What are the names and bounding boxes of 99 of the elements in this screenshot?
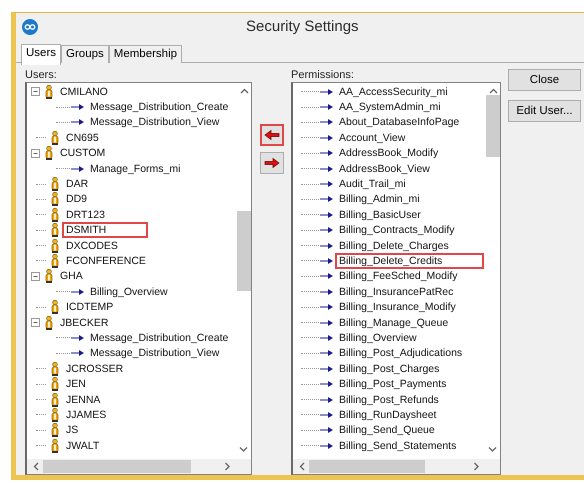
user-icon <box>50 177 60 192</box>
scroll-right-icon <box>224 462 231 471</box>
tree-item[interactable]: FCONFERENCE <box>62 253 150 269</box>
tree-item[interactable]: Billing_RunDaysheet <box>335 406 440 423</box>
tree-item[interactable]: CUSTOM <box>56 145 110 162</box>
tree-item[interactable]: Message_Distribution_View <box>86 345 224 362</box>
user-icon <box>44 316 54 330</box>
tree-item[interactable]: Billing_Delete_Charges <box>335 238 453 254</box>
scroll-thumb[interactable] <box>486 95 500 157</box>
tree-item[interactable]: AA_AccessSecurity_mi <box>335 84 452 100</box>
user-icon <box>50 223 60 238</box>
tree-item[interactable]: Message_Distribution_Create <box>86 99 232 116</box>
users-label: Users: <box>25 69 58 82</box>
permissions-label: Permissions: <box>291 69 355 82</box>
tree-item[interactable]: Billing_Overview <box>86 284 172 300</box>
tree-item[interactable]: JEN <box>62 376 90 392</box>
move-right-button[interactable] <box>260 152 284 174</box>
collapse-toggle[interactable] <box>31 87 40 96</box>
collapse-toggle[interactable] <box>31 318 40 328</box>
tree-item[interactable]: DD9 <box>62 191 92 208</box>
user-icon <box>50 423 60 438</box>
permissions-tree[interactable] <box>291 82 501 475</box>
scroll-left-icon <box>33 462 40 471</box>
tree-item[interactable]: ICDTEMP <box>62 299 118 316</box>
tree-item[interactable]: Billing_Admin_mi <box>335 191 424 208</box>
user-icon <box>44 84 54 99</box>
tree-item[interactable]: Billing_Post_Adjudications <box>335 345 466 362</box>
window-title: Security Settings <box>246 18 359 35</box>
tree-item[interactable]: AA_SystemAdmin_mi <box>335 99 445 116</box>
tree-item[interactable]: Account_View <box>335 130 410 146</box>
tree-item[interactable]: Billing_Send_Statements <box>335 438 460 454</box>
tree-item[interactable]: JJAMES <box>62 406 110 423</box>
tree-item[interactable]: CMILANO <box>56 84 112 100</box>
tree-item[interactable]: JS <box>62 422 82 438</box>
tree-item[interactable]: Audit_Trail_mi <box>335 176 410 192</box>
tree-item[interactable]: AddressBook_Modify <box>335 145 442 162</box>
user-icon <box>50 192 60 206</box>
tree-item[interactable]: About_DatabaseInfoPage <box>335 114 464 130</box>
scroll-up-icon <box>488 88 498 95</box>
tab[interactable]: Groups <box>61 45 109 63</box>
scroll-thumb[interactable] <box>309 460 425 473</box>
user-icon <box>50 208 60 222</box>
tree-item[interactable]: Billing_FeeSched_Modify <box>335 268 462 284</box>
tree-item[interactable]: Billing_BasicUser <box>335 206 425 223</box>
user-icon <box>50 238 60 253</box>
user-icon <box>50 362 60 376</box>
scroll-down-icon <box>239 446 248 453</box>
tree-item[interactable]: Billing_Post_Payments <box>335 376 450 392</box>
user-icon <box>50 300 60 314</box>
tree-item[interactable]: DAR <box>62 176 92 192</box>
tree-item[interactable]: Message_Distribution_View <box>86 114 224 130</box>
tree-item[interactable]: Message_Distribution_Create <box>86 330 232 346</box>
tree-item[interactable]: AddressBook_View <box>335 160 434 177</box>
scroll-right-icon <box>473 462 480 471</box>
tab[interactable]: Users <box>21 44 62 65</box>
scroll-left-icon <box>299 462 306 471</box>
tree-item[interactable]: JENNA <box>62 392 104 408</box>
tree-item[interactable]: JWALT <box>62 438 104 454</box>
user-icon <box>44 269 54 284</box>
user-icon <box>50 254 60 268</box>
user-icon <box>50 408 60 422</box>
scroll-thumb[interactable] <box>43 460 191 473</box>
tree-item[interactable]: CN695 <box>62 130 103 146</box>
user-icon <box>50 438 60 453</box>
user-icon <box>50 377 60 392</box>
tab[interactable]: Membership <box>108 45 182 63</box>
move-left-button[interactable] <box>260 124 284 146</box>
dialog-button[interactable]: Edit User... <box>508 100 581 122</box>
tree-item[interactable]: Billing_Post_Charges <box>335 360 444 377</box>
horizontal-scrollbar[interactable] <box>27 459 251 474</box>
tree-item[interactable]: Billing_InsurancePatRec <box>335 284 458 300</box>
dialog-button[interactable]: Close <box>508 69 581 91</box>
user-icon <box>50 130 60 145</box>
horizontal-scrollbar[interactable] <box>293 459 500 474</box>
tree-item[interactable]: Billing_Insurance_Modify <box>335 299 460 316</box>
tree-item[interactable]: GHA <box>56 268 87 284</box>
scroll-up-icon <box>240 88 248 95</box>
app-logo-icon <box>22 18 38 34</box>
users-tree[interactable] <box>25 82 252 475</box>
tree-item[interactable]: Billing_Send_Queue <box>335 422 439 438</box>
tree-item[interactable]: Billing_Manage_Queue <box>335 314 452 331</box>
user-icon <box>50 392 60 406</box>
tree-item[interactable]: Billing_Contracts_Modify <box>335 222 459 238</box>
tree-item[interactable]: Billing_Overview <box>335 330 421 346</box>
tree-item[interactable]: Billing_Post_Refunds <box>335 392 443 408</box>
tree-item[interactable]: DXCODES <box>62 238 122 254</box>
scroll-thumb[interactable] <box>237 211 251 291</box>
collapse-toggle[interactable] <box>31 272 40 281</box>
tree-item[interactable]: JCROSSER <box>62 360 128 377</box>
user-icon <box>44 146 54 160</box>
right-arrow-icon <box>264 157 280 169</box>
tree-item[interactable]: DSMITH <box>62 222 148 238</box>
scroll-down-icon <box>488 446 497 453</box>
collapse-toggle[interactable] <box>31 148 40 158</box>
tree-item[interactable]: Manage_Forms_mi <box>86 160 184 177</box>
tree-item[interactable]: DRT123 <box>62 206 109 223</box>
left-arrow-icon <box>264 129 280 141</box>
tree-item[interactable]: Billing_Delete_Credits <box>335 253 484 269</box>
tree-item[interactable]: JBECKER <box>56 314 112 331</box>
